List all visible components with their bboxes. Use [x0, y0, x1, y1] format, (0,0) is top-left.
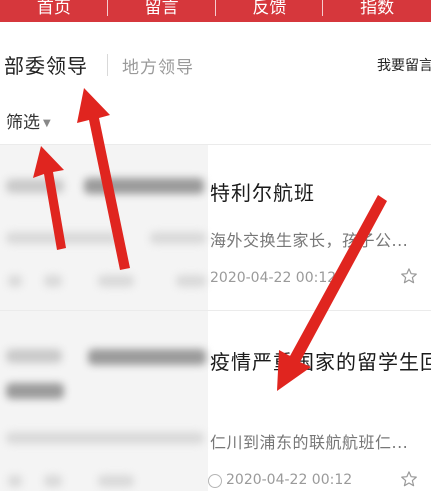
article-date: 2020-04-22 00:12 [226, 472, 353, 488]
star-icon[interactable] [400, 267, 418, 285]
blurred-text [176, 275, 206, 287]
clock-icon [208, 474, 222, 488]
blurred-text [98, 275, 134, 287]
filter-label: 筛选 [6, 113, 40, 133]
blurred-text [6, 232, 120, 244]
nav-item-home[interactable]: 首页 [0, 0, 108, 22]
blurred-text [150, 232, 206, 244]
article-title[interactable]: 疫情严重国家的留学生回 [210, 346, 431, 375]
nav-item-label: 首页 [36, 0, 71, 18]
filter-dropdown[interactable]: 筛选 ▼ [6, 108, 51, 133]
nav-item-feedback[interactable]: 反馈 [216, 0, 324, 22]
nav-item-index[interactable]: 指数 [323, 0, 431, 22]
article-date: 2020-04-22 00:12 [210, 270, 337, 286]
blurred-text [88, 349, 206, 365]
article-title[interactable]: 特利尔航班 [210, 177, 315, 206]
blurred-text [6, 179, 64, 193]
article-summary: 仁川到浦东的联航航班仁... [210, 433, 409, 452]
nav-item-label: 指数 [360, 0, 395, 18]
leader-tabs: 部委领导 地方领导 我要留言 [0, 46, 431, 86]
blurred-text [84, 178, 204, 194]
tab-local-leaders[interactable]: 地方领导 [122, 53, 194, 78]
caret-down-icon: ▼ [43, 117, 51, 129]
blurred-text [44, 475, 62, 487]
tab-ministry-leaders[interactable]: 部委领导 [4, 50, 88, 79]
blurred-text [8, 275, 22, 287]
leave-message-link[interactable]: 我要留言 [377, 55, 431, 75]
article-item[interactable]: 疫情严重国家的留学生回 仁川到浦东的联航航班仁... 2020-04-22 00… [0, 311, 431, 491]
blurred-text [6, 432, 204, 444]
article-item[interactable]: 特利尔航班 海外交换生家长，孩子公... 2020-04-22 00:12 [0, 145, 431, 310]
screen: 首页 留言 反馈 指数 部委领导 地方领导 我要留言 筛选 ▼ 特利尔航班 海外… [0, 0, 431, 491]
blurred-text [44, 275, 62, 287]
article-summary: 海外交换生家长，孩子公... [210, 231, 409, 250]
blurred-text [6, 349, 62, 363]
blurred-text [6, 383, 64, 399]
nav-item-label: 留言 [144, 0, 179, 18]
top-nav-bar: 首页 留言 反馈 指数 [0, 0, 431, 22]
blurred-region [0, 145, 208, 310]
blurred-region [0, 311, 208, 491]
blurred-text [98, 475, 134, 487]
tab-divider [107, 54, 108, 76]
nav-item-messages[interactable]: 留言 [108, 0, 216, 22]
star-icon[interactable] [400, 470, 418, 488]
blurred-text [8, 475, 22, 487]
nav-item-label: 反馈 [252, 0, 287, 18]
